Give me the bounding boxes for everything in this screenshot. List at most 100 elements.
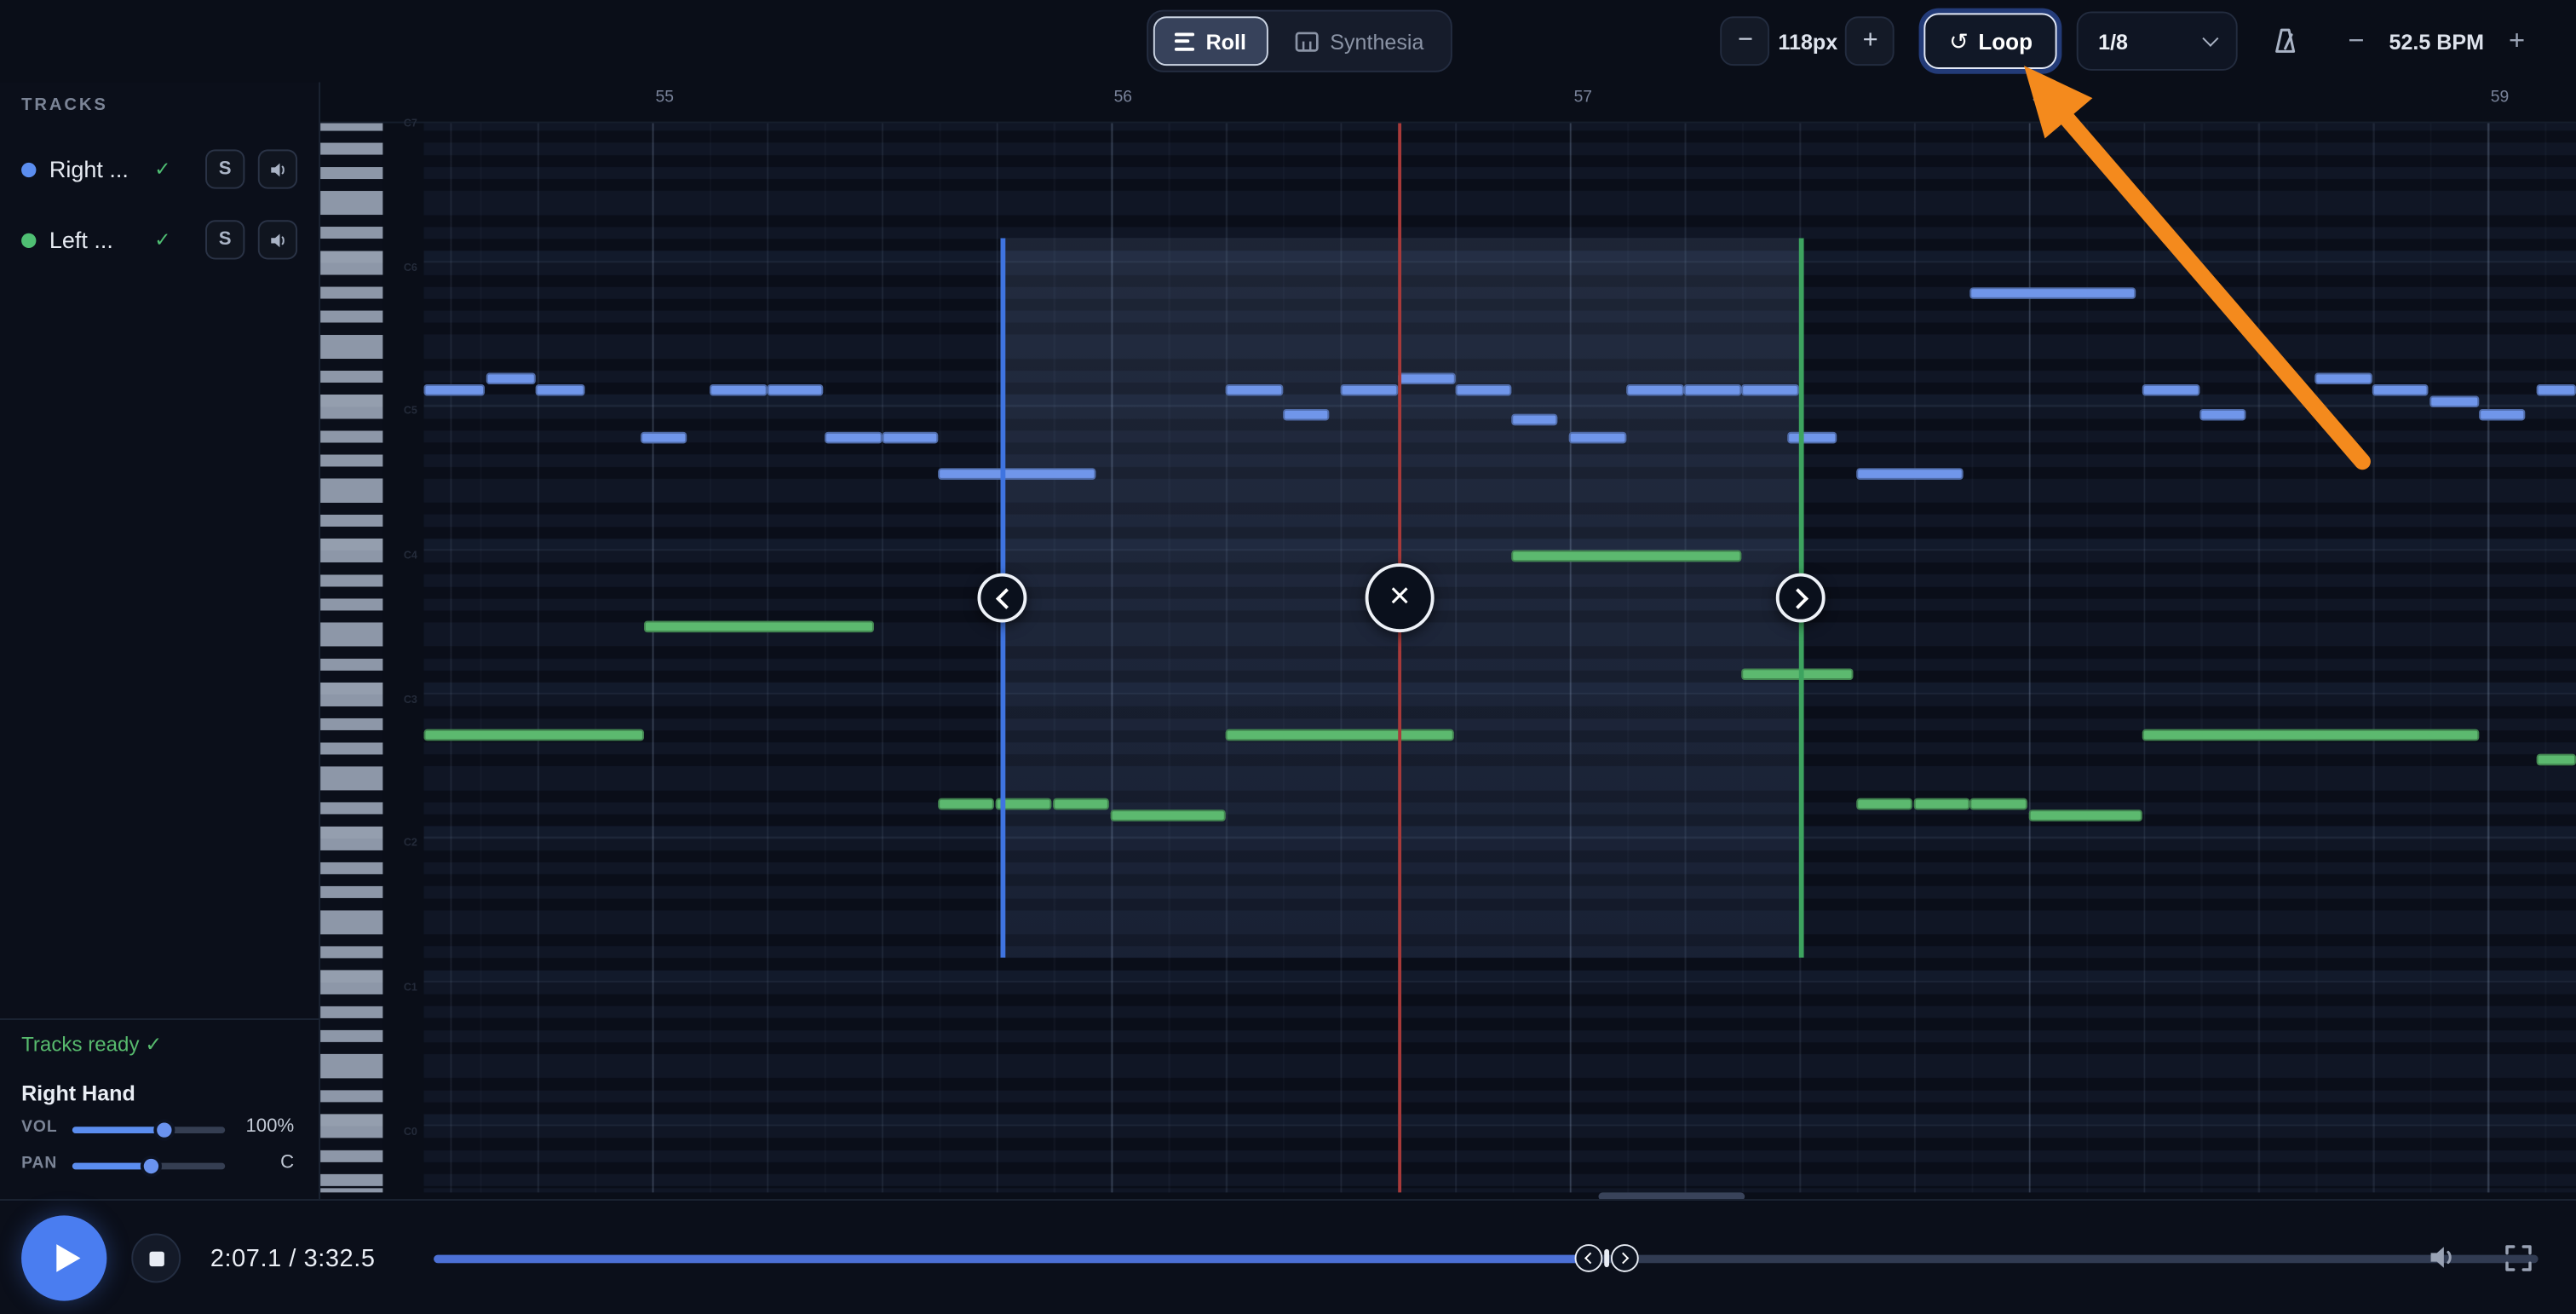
note-right-hand[interactable] bbox=[1787, 432, 1837, 443]
pan-value: C bbox=[221, 1153, 294, 1173]
note-right-hand[interactable] bbox=[486, 373, 536, 384]
zoom-out-button[interactable]: − bbox=[1721, 16, 1770, 66]
key-label: C7 bbox=[384, 118, 417, 130]
note-right-hand[interactable] bbox=[2537, 384, 2576, 395]
speaker-icon bbox=[267, 229, 288, 251]
measure-label: 59 bbox=[2491, 89, 2509, 107]
note-right-hand[interactable] bbox=[825, 432, 882, 443]
play-button[interactable] bbox=[21, 1215, 106, 1300]
tab-roll-label: Roll bbox=[1206, 29, 1246, 54]
note-right-hand[interactable] bbox=[1226, 384, 1283, 395]
note-right-hand[interactable] bbox=[641, 432, 687, 443]
loop-marker-end[interactable] bbox=[1611, 1244, 1639, 1272]
roll-icon bbox=[1175, 32, 1194, 50]
note-left-hand[interactable] bbox=[1741, 668, 1853, 679]
note-right-hand[interactable] bbox=[768, 384, 824, 395]
note-right-hand[interactable] bbox=[2142, 384, 2200, 395]
tab-synthesia[interactable]: Synthesia bbox=[1273, 16, 1446, 66]
solo-button[interactable]: S bbox=[205, 149, 244, 188]
playhead-line[interactable] bbox=[1398, 124, 1401, 1193]
close-icon: × bbox=[1389, 578, 1411, 614]
note-right-hand[interactable] bbox=[938, 468, 1095, 479]
note-left-hand[interactable] bbox=[1111, 810, 1226, 821]
vol-slider[interactable] bbox=[72, 1127, 225, 1133]
loop-marker-start[interactable] bbox=[1575, 1244, 1603, 1272]
note-right-hand[interactable] bbox=[536, 384, 585, 395]
note-left-hand[interactable] bbox=[424, 729, 644, 741]
note-left-hand[interactable] bbox=[644, 621, 874, 632]
note-right-hand[interactable] bbox=[2372, 384, 2429, 395]
chevron-right-icon bbox=[1787, 587, 1808, 608]
note-left-hand[interactable] bbox=[1856, 798, 1912, 810]
pan-slider-thumb[interactable] bbox=[141, 1156, 162, 1177]
note-right-hand[interactable] bbox=[2429, 396, 2479, 407]
speaker-icon bbox=[267, 158, 288, 180]
metronome-button[interactable] bbox=[2257, 13, 2314, 69]
note-right-hand[interactable] bbox=[2314, 373, 2372, 384]
note-left-hand[interactable] bbox=[1511, 550, 1741, 562]
pan-slider[interactable] bbox=[72, 1163, 225, 1170]
piano-keys[interactable] bbox=[320, 124, 423, 1193]
bpm-decrease-button[interactable]: − bbox=[2337, 23, 2376, 59]
loop-start-handle[interactable] bbox=[977, 573, 1026, 623]
stop-icon bbox=[149, 1251, 164, 1265]
chevron-down-icon bbox=[2203, 31, 2219, 47]
volume-icon bbox=[2426, 1242, 2458, 1273]
track-row-right-hand[interactable]: Right ... ✓ S bbox=[0, 140, 320, 199]
bpm-increase-button[interactable]: + bbox=[2497, 23, 2536, 59]
note-left-hand[interactable] bbox=[2142, 729, 2479, 741]
loop-cancel-button[interactable]: × bbox=[1366, 563, 1435, 632]
piano-keys-black bbox=[320, 124, 382, 1193]
loop-end-handle[interactable] bbox=[1776, 573, 1826, 623]
mute-button[interactable] bbox=[258, 149, 297, 188]
note-right-hand[interactable] bbox=[1341, 384, 1399, 395]
note-right-hand[interactable] bbox=[424, 384, 485, 395]
note-right-hand[interactable] bbox=[1626, 384, 1684, 395]
vol-slider-thumb[interactable] bbox=[153, 1120, 175, 1141]
note-right-hand[interactable] bbox=[2479, 409, 2525, 420]
loop-icon: ↺ bbox=[1949, 27, 1969, 55]
tracks-status: Tracks ready ✓ bbox=[21, 1031, 162, 1056]
note-right-hand[interactable] bbox=[1856, 468, 1963, 479]
view-toggle: Roll Synthesia bbox=[1147, 10, 1452, 72]
note-right-hand[interactable] bbox=[1283, 409, 1329, 420]
note-left-hand[interactable] bbox=[1914, 798, 1970, 810]
loop-button[interactable]: ↺ Loop bbox=[1924, 13, 2057, 69]
time-display: 2:07.1 / 3:32.5 bbox=[210, 1201, 376, 1314]
zoom-value: 118px bbox=[1770, 29, 1846, 54]
measure-label: 57 bbox=[1574, 89, 1592, 107]
progress-bar[interactable] bbox=[434, 1254, 2538, 1263]
note-right-hand[interactable] bbox=[2199, 409, 2245, 420]
note-left-hand[interactable] bbox=[2029, 810, 2142, 821]
division-select[interactable]: 1/8 bbox=[2077, 11, 2238, 70]
metronome-icon bbox=[2271, 26, 2301, 56]
zoom-in-button[interactable]: + bbox=[1846, 16, 1895, 66]
status-check-icon: ✓ bbox=[145, 1033, 162, 1056]
track-check-icon: ✓ bbox=[154, 228, 170, 251]
fullscreen-button[interactable] bbox=[2489, 1228, 2548, 1287]
note-left-hand[interactable] bbox=[1226, 729, 1454, 741]
note-right-hand[interactable] bbox=[1969, 287, 2136, 298]
progress-playhead-tick[interactable] bbox=[1604, 1249, 1609, 1267]
note-right-hand[interactable] bbox=[1511, 414, 1557, 425]
note-right-hand[interactable] bbox=[710, 384, 767, 395]
pan-label: PAN bbox=[21, 1155, 57, 1173]
note-right-hand[interactable] bbox=[1398, 373, 1455, 384]
note-right-hand[interactable] bbox=[883, 432, 939, 443]
stop-button[interactable] bbox=[131, 1234, 181, 1283]
note-right-hand[interactable] bbox=[1741, 384, 1799, 395]
mute-button[interactable] bbox=[258, 220, 297, 259]
note-left-hand[interactable] bbox=[1053, 798, 1109, 810]
solo-button[interactable]: S bbox=[205, 220, 244, 259]
note-right-hand[interactable] bbox=[1569, 432, 1626, 443]
note-left-hand[interactable] bbox=[1969, 798, 2027, 810]
track-row-left-hand[interactable]: Left ... ✓ S bbox=[0, 210, 320, 269]
tab-roll[interactable]: Roll bbox=[1153, 16, 1268, 66]
chevron-left-icon bbox=[995, 587, 1016, 608]
note-right-hand[interactable] bbox=[1684, 384, 1741, 395]
track-color-dot bbox=[21, 162, 36, 176]
note-left-hand[interactable] bbox=[938, 798, 994, 810]
volume-button[interactable] bbox=[2412, 1228, 2470, 1287]
note-right-hand[interactable] bbox=[1456, 384, 1512, 395]
note-left-hand[interactable] bbox=[2537, 754, 2576, 765]
